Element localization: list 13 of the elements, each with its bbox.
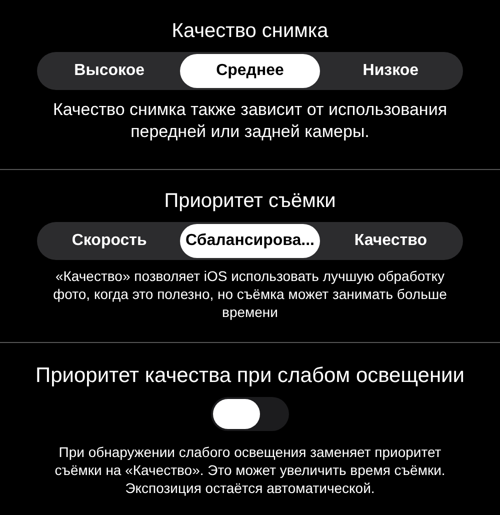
segment-option[interactable]: Качество: [320, 224, 462, 258]
section-title: Приоритет качества при слабом освещении: [35, 363, 465, 389]
section-title: Приоритет съёмки: [164, 189, 336, 214]
segment-option[interactable]: Среднее: [180, 54, 320, 88]
segment-option[interactable]: Низкое: [320, 54, 462, 88]
section-title: Качество снимка: [172, 19, 328, 44]
section-description: «Качество» позволяет iOS использовать лучшую обработку фото, когда это полезно, но съёмка может занимать больше времени: [52, 267, 448, 321]
section-description: Качество снимка также зависит от использования передней или задней камеры.: [52, 99, 448, 143]
section-description: При обнаружении слабого освещения заменяет приоритет съёмки на «Качество». Это может увеличить время съёмки. Экспозиция остаётся автоматической.: [54, 443, 446, 497]
segment-option[interactable]: Высокое: [39, 54, 180, 88]
segment-option[interactable]: Скорость: [39, 224, 180, 258]
segment-option[interactable]: Сбалансирова...: [180, 224, 320, 258]
toggle-switch[interactable]: [211, 397, 289, 431]
